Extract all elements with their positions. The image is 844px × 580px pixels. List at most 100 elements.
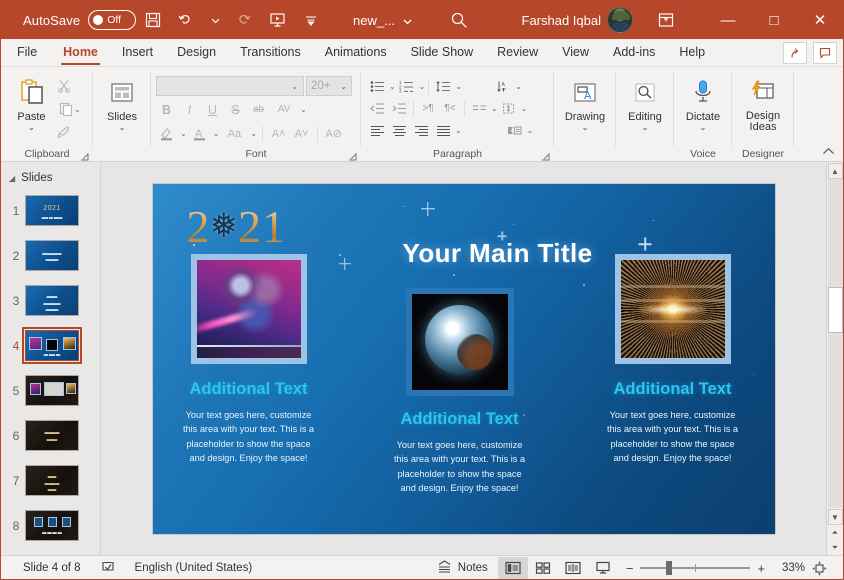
tab-add-ins[interactable]: Add-ins <box>601 39 667 66</box>
tab-animations[interactable]: Animations <box>313 39 399 66</box>
italic-button[interactable]: I <box>179 99 200 120</box>
notes-button[interactable]: Notes <box>427 556 498 580</box>
columns-icon[interactable] <box>468 98 490 119</box>
minimize-button[interactable]: — <box>705 1 751 39</box>
list-item[interactable]: 8 ▄▄ ▄▄ ▄▄ ▄▄ <box>1 503 100 548</box>
comments-button[interactable] <box>813 42 837 64</box>
document-name[interactable]: new_... <box>353 13 395 28</box>
slides-button[interactable]: Slides ⌄ <box>98 71 146 132</box>
increase-font-size-button[interactable]: A˄ <box>268 123 289 144</box>
font-name-input[interactable]: ⌄ <box>156 76 304 96</box>
previous-slide-button[interactable]: ⏶ <box>828 525 843 540</box>
user-name[interactable]: Farshad Iqbal <box>522 13 602 28</box>
text-direction-icon[interactable]: A <box>492 76 514 97</box>
autosave-toggle[interactable]: Off <box>88 10 137 30</box>
undo-dropdown-icon[interactable] <box>204 5 226 35</box>
undo-icon[interactable] <box>170 5 204 35</box>
fit-slide-to-window-icon[interactable] <box>805 561 833 576</box>
zoom-out-button[interactable]: − <box>626 561 634 576</box>
slide-thumbnail-5[interactable] <box>25 375 79 406</box>
normal-view-button[interactable] <box>497 557 528 579</box>
clear-formatting-button[interactable]: A⊘ <box>323 123 344 144</box>
paragraph-dialog-launcher[interactable] <box>541 152 550 161</box>
drawing-button[interactable]: A Drawing ⌄ <box>559 71 611 132</box>
slide-thumbnail-4[interactable]: ▄▄ ▄▄▄ ▄▄ <box>22 327 82 364</box>
tab-home[interactable]: Home <box>51 39 110 66</box>
text-highlight-icon[interactable] <box>156 123 177 144</box>
year-logo[interactable]: 2 ❅ 21 <box>187 200 287 253</box>
convert-to-smartart-icon[interactable] <box>504 120 526 141</box>
search-icon[interactable] <box>442 5 476 35</box>
tab-review[interactable]: Review <box>485 39 550 66</box>
change-case-button[interactable]: Aa <box>221 123 247 144</box>
avatar[interactable] <box>607 7 633 33</box>
font-color-icon[interactable]: A <box>189 123 210 144</box>
collapse-panel-icon[interactable]: ◢ <box>9 174 15 183</box>
slide-thumbnail-8[interactable]: ▄▄ ▄▄ ▄▄ ▄▄ <box>25 510 79 541</box>
right-to-left-icon[interactable]: ¶< <box>439 98 461 119</box>
slide-editor[interactable]: 2 ❅ 21 Your Main Title Additional Text Y… <box>152 183 775 534</box>
decrease-font-size-button[interactable]: A˅ <box>291 123 312 144</box>
tab-slide-show[interactable]: Slide Show <box>399 39 486 66</box>
scroll-up-button[interactable]: ▲ <box>827 163 843 179</box>
slide-counter[interactable]: Slide 4 of 8 <box>1 556 91 580</box>
decrease-indent-icon[interactable] <box>366 98 388 119</box>
ornament-balls-photo[interactable] <box>190 253 307 364</box>
align-text-icon[interactable] <box>498 98 520 119</box>
zoom-slider-track[interactable] <box>640 561 751 575</box>
align-right-icon[interactable] <box>410 120 432 141</box>
list-item[interactable]: 7 ▄▄▄▄ ▄▄▄▄▄▄▄ ▄▄▄▄ <box>1 458 100 503</box>
design-ideas-button[interactable]: Design Ideas <box>737 71 789 133</box>
slides-dropdown-icon[interactable]: ⌄ <box>119 123 126 132</box>
tab-insert[interactable]: Insert <box>110 39 165 66</box>
numbering-icon[interactable]: 123 <box>396 76 418 97</box>
left-to-right-icon[interactable]: >¶ <box>417 98 439 119</box>
redo-icon[interactable] <box>226 5 260 35</box>
paste-dropdown-icon[interactable]: ⌄ <box>28 123 35 132</box>
reading-view-button[interactable] <box>558 557 588 579</box>
list-item[interactable]: 2 ▄▄▄▄▄▄▄▄▄ ▄▄▄▄▄▄ <box>1 233 100 278</box>
paste-button[interactable]: Paste ⌄ <box>11 71 52 132</box>
slideshow-button[interactable] <box>588 557 618 579</box>
text-column-center[interactable]: Additional Text Your text goes here, cus… <box>390 410 530 496</box>
scrollbar-track[interactable] <box>827 179 843 508</box>
zoom-level[interactable]: 33% <box>773 562 805 574</box>
ribbon-display-options-icon[interactable] <box>649 5 683 35</box>
list-item[interactable]: 6 ▄▄▄▄▄▄▄ ▄▄▄▄▄ <box>1 413 100 458</box>
next-slide-button[interactable]: ⏷ <box>828 540 843 555</box>
slide-thumbnail-6[interactable]: ▄▄▄▄▄▄▄ ▄▄▄▄▄ <box>25 420 79 451</box>
text-column-right[interactable]: Additional Text Your text goes here, cus… <box>603 380 743 466</box>
slide-thumbnail-3[interactable]: ▄▄▄▄▄ ▄▄▄▄▄▄▄▄ ▄▄▄▄▄▄ <box>25 285 79 316</box>
maximize-button[interactable]: □ <box>751 1 797 39</box>
disco-ball-planet-photo[interactable] <box>405 287 514 396</box>
strikethrough-button[interactable]: ab <box>248 99 269 120</box>
share-button[interactable] <box>783 42 807 64</box>
slide-thumbnail-2[interactable]: ▄▄▄▄▄▄▄▄▄ ▄▄▄▄▄▄ <box>25 240 79 271</box>
tab-file[interactable]: File <box>1 39 51 66</box>
slide-thumbnail-7[interactable]: ▄▄▄▄ ▄▄▄▄▄▄▄ ▄▄▄▄ <box>25 465 79 496</box>
editing-dropdown-icon[interactable]: ⌄ <box>642 123 649 132</box>
align-center-icon[interactable] <box>388 120 410 141</box>
line-spacing-icon[interactable] <box>432 76 454 97</box>
list-item[interactable]: 3 ▄▄▄▄▄ ▄▄▄▄▄▄▄▄ ▄▄▄▄▄▄ <box>1 278 100 323</box>
close-button[interactable]: ✕ <box>797 1 843 39</box>
align-left-icon[interactable] <box>366 120 388 141</box>
tab-transitions[interactable]: Transitions <box>228 39 313 66</box>
save-icon[interactable] <box>136 5 170 35</box>
drawing-dropdown-icon[interactable]: ⌄ <box>582 123 589 132</box>
accessibility-icon[interactable] <box>91 556 125 580</box>
vertical-scrollbar[interactable]: ▲ ▼ ⏶ ⏷ <box>826 162 843 555</box>
underline-button[interactable]: U <box>202 99 223 120</box>
scroll-down-button[interactable]: ▼ <box>827 509 843 525</box>
language-indicator[interactable]: English (United States) <box>125 556 263 580</box>
dictate-button[interactable]: Dictate ⌄ <box>679 71 727 132</box>
list-item[interactable]: 5 <box>1 368 100 413</box>
tab-design[interactable]: Design <box>165 39 228 66</box>
cut-scissors-icon[interactable] <box>52 75 76 97</box>
dictate-dropdown-icon[interactable]: ⌄ <box>700 123 707 132</box>
zoom-in-button[interactable]: + <box>757 561 765 576</box>
tab-help[interactable]: Help <box>667 39 717 66</box>
font-size-input[interactable]: 20+ ⌄ <box>306 76 352 96</box>
slide-sorter-button[interactable] <box>528 557 558 579</box>
bullets-icon[interactable] <box>366 76 388 97</box>
